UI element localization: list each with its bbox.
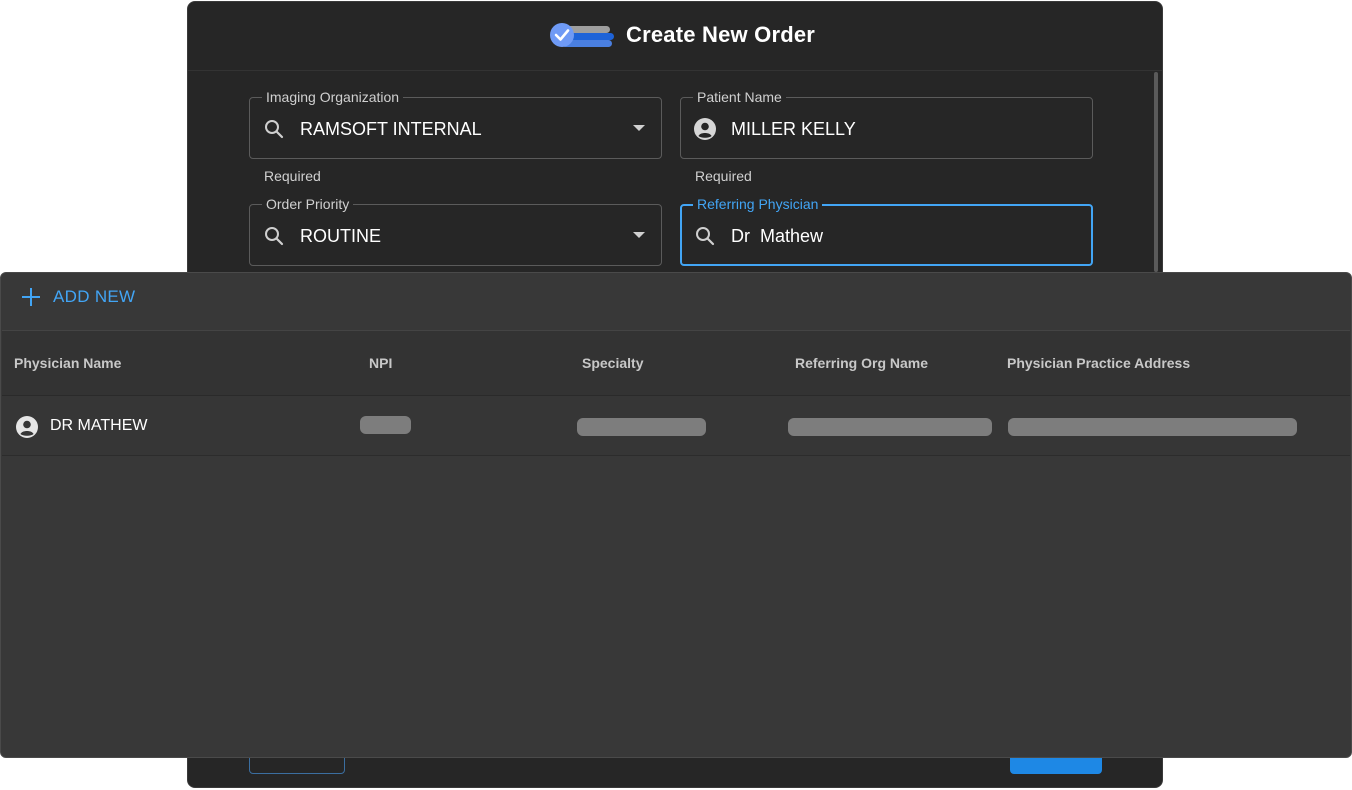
search-icon [262,117,286,141]
dialog-header: Create New Order [188,2,1162,71]
column-header-specialty[interactable]: Specialty [582,355,643,371]
column-header-physician-name[interactable]: Physician Name [14,355,121,371]
imaging-organization-value[interactable]: RAMSOFT INTERNAL [300,118,482,140]
physician-name-cell: DR MATHEW [50,417,148,434]
person-circle-icon [15,415,39,439]
title-group: Create New Order [548,18,815,52]
address-cell-redacted [1008,418,1297,436]
add-new-label: ADD NEW [53,287,136,306]
dialog-title: Create New Order [626,22,816,47]
dialog-scrollbar[interactable] [1154,72,1158,272]
order-priority-label: Order Priority [262,196,354,212]
npi-cell-redacted [360,416,411,434]
physician-table: Physician Name NPI Specialty Referring O… [2,330,1350,456]
patient-name-field[interactable]: Patient Name MILLER KELLY [680,89,1093,159]
order-priority-value[interactable]: ROUTINE [300,225,381,247]
patient-name-value[interactable]: MILLER KELLY [731,118,856,140]
table-row[interactable]: DR MATHEW [2,396,1350,456]
column-header-npi[interactable]: NPI [369,355,392,371]
column-header-practice-address[interactable]: Physician Practice Address [1007,355,1190,371]
search-icon [693,224,717,248]
imaging-organization-helper: Required [264,168,321,184]
imaging-organization-label: Imaging Organization [262,89,404,105]
add-new-button[interactable]: ADD NEW [21,287,135,307]
referring-org-cell-redacted [788,418,992,436]
search-icon [262,224,286,248]
patient-name-helper: Required [695,168,752,184]
physician-search-popup: ADD NEW Physician Name NPI Specialty Ref… [0,272,1352,758]
dropdown-arrow-icon[interactable] [633,125,645,131]
column-header-referring-org[interactable]: Referring Org Name [795,355,928,371]
order-priority-field[interactable]: Order Priority ROUTINE [249,196,662,266]
specialty-cell-redacted [577,418,706,436]
referring-physician-label: Referring Physician [693,196,823,212]
order-checklist-icon [548,18,616,52]
imaging-organization-field[interactable]: Imaging Organization RAMSOFT INTERNAL [249,89,662,159]
plus-icon [21,287,41,307]
table-header: Physician Name NPI Specialty Referring O… [2,331,1350,396]
patient-name-label: Patient Name [693,89,786,105]
referring-physician-input[interactable]: Dr Mathew [731,225,823,247]
referring-physician-field[interactable]: Referring Physician Dr Mathew [680,196,1093,266]
dropdown-arrow-icon[interactable] [633,232,645,238]
person-circle-icon [693,117,717,141]
